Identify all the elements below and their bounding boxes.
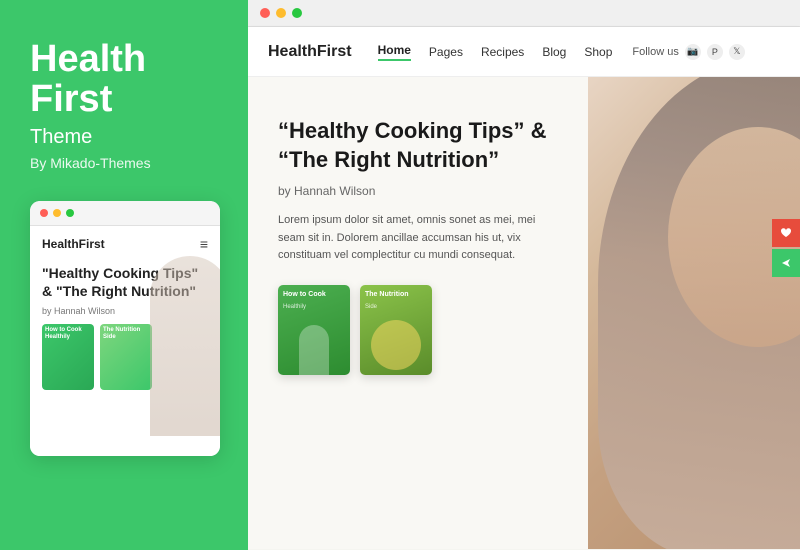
browser-dot-green [292,8,302,18]
article-section: “Healthy Cooking Tips” & “The Right Nutr… [248,77,588,549]
mini-dot-green [66,209,74,217]
side-btn-green[interactable] [772,249,800,277]
browser-dot-yellow [276,8,286,18]
instagram-icon[interactable]: 📷 [685,44,701,60]
mini-dot-yellow [53,209,61,217]
book-cover-1: How to Cook Healthily [278,285,350,375]
sidebar-title-line1: Health [30,38,146,80]
nav-recipes[interactable]: Recipes [481,45,524,59]
side-buttons [772,219,800,277]
book-2-figure [371,320,421,370]
mini-browser-mockup: HealthFirst ≡ "Healthy Cooking Tips" & "… [30,201,220,456]
mini-book-1: How to Cook Healthily [42,324,94,390]
book-2-title: The Nutrition [360,285,432,304]
nav-blog[interactable]: Blog [542,45,566,59]
pinterest-icon[interactable]: P [707,44,723,60]
browser-chrome [248,0,800,27]
article-author: by Hannah Wilson [278,184,558,198]
share-icon [780,257,792,269]
mini-nav: HealthFirst ≡ [42,236,208,252]
article-body: Lorem ipsum dolor sit amet, omnis sonet … [278,212,558,265]
website-navbar: HealthFirst Home Pages Recipes Blog Shop… [248,27,800,77]
nav-home[interactable]: Home [378,43,411,61]
follow-us-label: Follow us [632,46,678,58]
mini-book-2: The Nutrition Side [100,324,152,390]
website-content: “Healthy Cooking Tips” & “The Right Nutr… [248,77,800,549]
book-covers: How to Cook Healthily The Nutrition Side [278,285,558,375]
book-1-subtitle: Healthily [278,304,350,310]
main-area: HealthFirst Home Pages Recipes Blog Shop… [248,0,800,550]
mini-book-1-label: How to Cook Healthily [42,324,94,344]
mini-book-2-label: The Nutrition Side [100,324,152,344]
mini-browser-bar [30,201,220,226]
side-btn-red[interactable] [772,219,800,247]
nav-social: Follow us 📷 P 𝕏 [632,44,744,60]
website-logo: HealthFirst [268,43,352,61]
article-title: “Healthy Cooking Tips” & “The Right Nutr… [278,117,558,174]
mini-dot-red [40,209,48,217]
mini-browser-content: HealthFirst ≡ "Healthy Cooking Tips" & "… [30,226,220,456]
sidebar: Health First Theme By Mikado-Themes Heal… [0,0,248,550]
photo-section [588,77,800,549]
twitter-icon[interactable]: 𝕏 [729,44,745,60]
mini-hamburger-icon: ≡ [200,236,208,252]
book-1-figure [299,325,329,375]
book-cover-2: The Nutrition Side [360,285,432,375]
mini-logo: HealthFirst [42,237,105,251]
sidebar-title: Health First [30,40,218,120]
book-2-subtitle: Side [360,304,432,310]
mini-woman-silhouette [150,256,220,436]
nav-shop[interactable]: Shop [584,45,612,59]
nav-links: Home Pages Recipes Blog Shop [378,43,613,61]
browser-dot-red [260,8,270,18]
sidebar-title-line2: First [30,78,112,120]
nav-pages[interactable]: Pages [429,45,463,59]
sidebar-subtitle: Theme [30,126,218,149]
heart-icon [780,227,792,239]
book-1-title: How to Cook [278,285,350,304]
sidebar-author: By Mikado-Themes [30,155,218,171]
